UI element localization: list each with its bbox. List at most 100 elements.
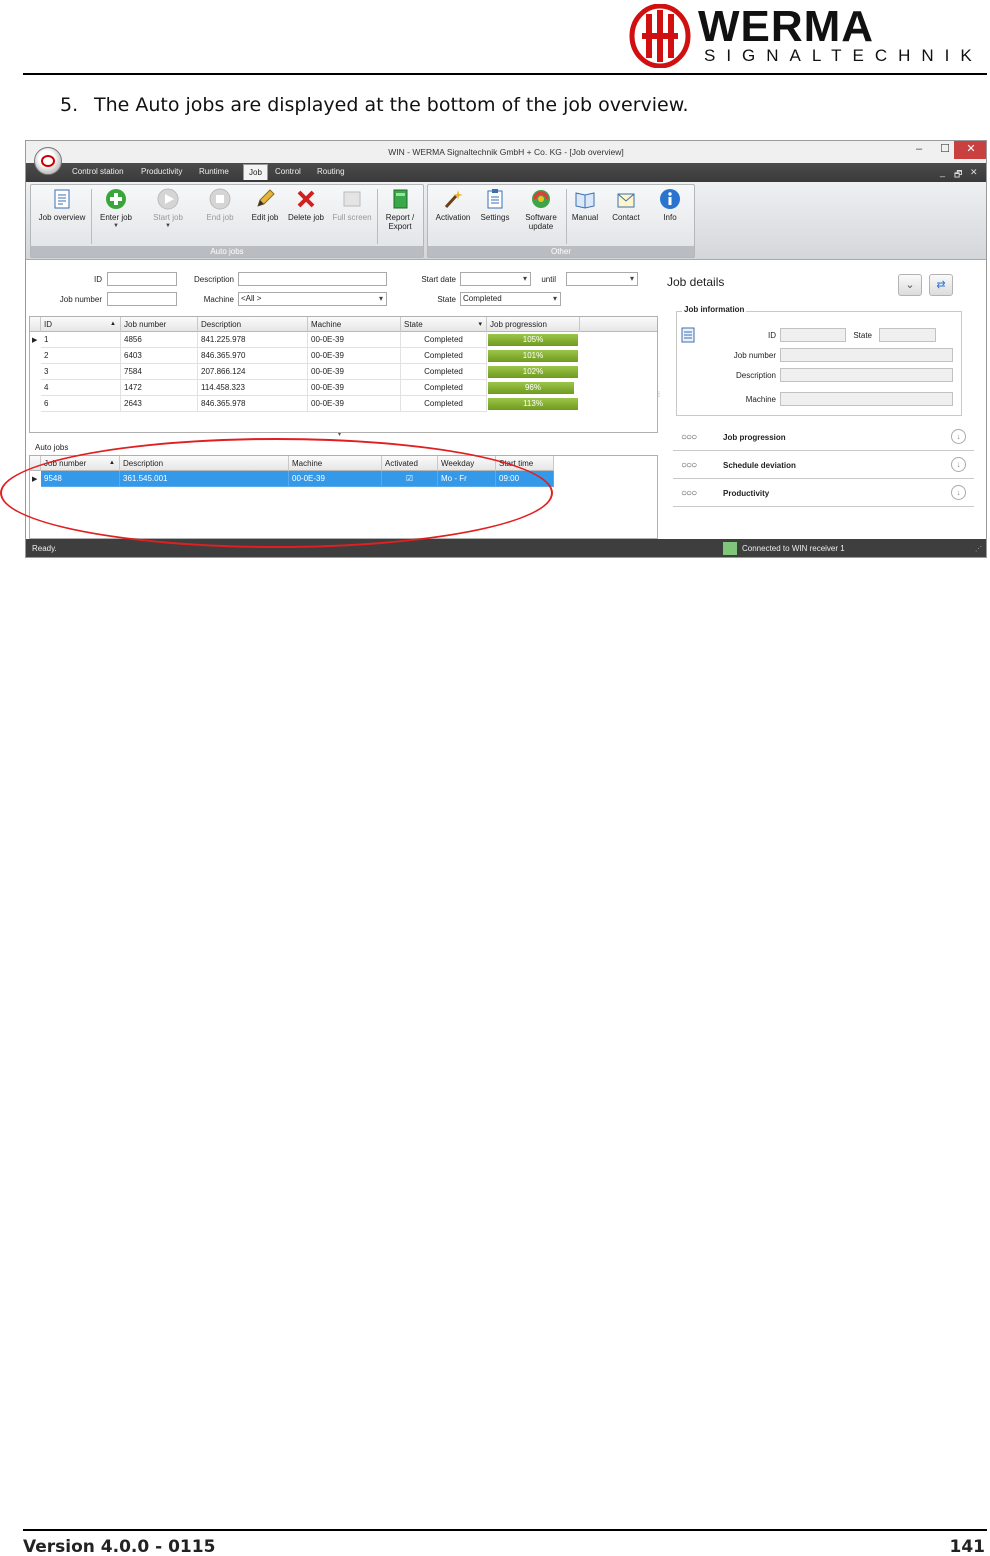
job-information-legend: Job information <box>682 305 747 314</box>
refresh-button[interactable]: ⇄ <box>929 274 953 296</box>
clipboard-settings-icon <box>487 189 503 209</box>
cell-id: 2 <box>41 348 121 364</box>
column-header-start-time[interactable]: Start time <box>496 456 554 471</box>
job-overview-button[interactable]: Job overview <box>33 188 91 222</box>
column-header-auto-machine[interactable]: Machine <box>289 456 382 471</box>
tab-control-station[interactable]: Control station <box>72 167 124 176</box>
cell-machine: 00-0E-39 <box>308 364 401 380</box>
section-schedule-deviation[interactable]: ○○○ Schedule deviation ↓ <box>673 452 974 479</box>
tab-productivity[interactable]: Productivity <box>141 167 182 176</box>
section-job-progression[interactable]: ○○○ Job progression ↓ <box>673 424 974 451</box>
software-update-label-2: update <box>528 222 554 231</box>
filter-description-input[interactable] <box>238 272 387 286</box>
column-header-id[interactable]: ID ▲ <box>41 317 121 332</box>
mdi-restore-button[interactable]: 🗗 <box>954 167 962 183</box>
column-header-description[interactable]: Description <box>198 317 308 332</box>
start-job-label: Start job <box>153 213 183 222</box>
settings-button[interactable]: Settings <box>476 188 514 222</box>
job-overview-icon <box>54 189 70 209</box>
mdi-minimize-button[interactable]: _ <box>940 167 945 177</box>
end-job-label: End job <box>206 213 234 222</box>
brand-name: WERMA <box>698 2 875 51</box>
info-button[interactable]: Info <box>652 188 688 222</box>
auto-jobs-grid-header: Job number ▲ Description Machine Activate… <box>30 456 554 471</box>
activated-checkbox[interactable]: ☑ <box>382 471 438 487</box>
cell-description: 114.458.323 <box>198 380 308 396</box>
column-header-job-progression[interactable]: Job progression <box>487 317 580 332</box>
contact-button[interactable]: Contact <box>606 188 646 222</box>
edit-job-button[interactable]: Edit job <box>247 188 283 222</box>
filter-id-input[interactable] <box>107 272 177 286</box>
job-list-icon <box>681 327 695 343</box>
splitter-handle-icon[interactable]: ▾ <box>338 431 341 438</box>
report-export-label-2: Export <box>388 222 412 231</box>
filter-state-select[interactable]: Completed <box>460 292 561 306</box>
filter-job-number-label: Job number <box>59 295 102 304</box>
expand-arrow-icon[interactable]: ↓ <box>951 457 966 472</box>
section-schedule-deviation-label: Schedule deviation <box>723 461 796 470</box>
filter-job-number-input[interactable] <box>107 292 177 306</box>
report-export-button[interactable]: Report / Export <box>379 188 421 231</box>
refresh-icon: ⇄ <box>936 279 946 291</box>
enter-job-label: Enter job <box>99 213 133 222</box>
table-row[interactable]: 6 2643 846.365.978 00-0E-39 Completed 113% <box>30 396 657 412</box>
table-row[interactable]: ▶ 9548 361.545.001 00-0E-39 ☑ Mo - Fr 09:00 <box>30 471 554 487</box>
tab-job[interactable]: Job <box>243 164 268 180</box>
tab-runtime[interactable]: Runtime <box>199 167 229 176</box>
cell-state: Completed <box>401 348 487 364</box>
filter-start-date-label: Start date <box>421 275 456 284</box>
filter-start-date-picker[interactable] <box>460 272 531 286</box>
pencil-icon <box>257 189 275 207</box>
end-job-button[interactable]: End job <box>197 188 243 222</box>
cell-weekday: Mo - Fr <box>438 471 496 487</box>
title-bar: WIN - WERMA Signaltechnik GmbH + Co. KG … <box>26 141 986 163</box>
delete-job-button[interactable]: Delete job <box>285 188 327 222</box>
table-row[interactable]: 3 7584 207.866.124 00-0E-39 Completed 102% <box>30 364 657 380</box>
report-book-icon <box>393 189 408 209</box>
section-productivity[interactable]: ○○○ Productivity ↓ <box>673 480 974 507</box>
traffic-light-icon: ○○○ <box>681 488 697 499</box>
vertical-splitter-icon[interactable]: ⁞ <box>658 392 660 399</box>
edit-job-label: Edit job <box>251 213 279 222</box>
row-selector-header <box>30 317 41 332</box>
minimize-button[interactable]: – <box>906 141 932 159</box>
cell-job-number: 7584 <box>121 364 198 380</box>
close-button[interactable]: ✕ <box>954 141 986 159</box>
settings-label: Settings <box>480 213 510 222</box>
column-header-machine[interactable]: Machine <box>308 317 401 332</box>
tab-control[interactable]: Control <box>275 167 301 176</box>
column-header-auto-description[interactable]: Description <box>120 456 289 471</box>
column-header-auto-job-number[interactable]: Job number ▲ <box>41 456 120 471</box>
table-row[interactable]: ▶ 1 4856 841.225.978 00-0E-39 Completed 105% <box>30 332 657 348</box>
enter-job-button[interactable]: Enter job ▼ <box>93 188 139 231</box>
mdi-close-button[interactable]: ✕ <box>970 167 978 178</box>
cell-description: 207.866.124 <box>198 364 308 380</box>
app-menu-orb-icon[interactable] <box>34 147 62 175</box>
detail-id-field <box>780 328 846 342</box>
filter-machine-select[interactable]: <All > <box>238 292 387 306</box>
software-update-button[interactable]: Software update <box>518 188 564 231</box>
activation-button[interactable]: Activation <box>430 188 476 222</box>
table-row[interactable]: 2 6403 846.365.970 00-0E-39 Completed 101% <box>30 348 657 364</box>
ribbon-group-other: Activation Settings Software update Manu… <box>427 184 695 258</box>
collapse-all-button[interactable]: ⌄ <box>898 274 922 296</box>
detail-job-number-field <box>780 348 953 362</box>
resize-grip-icon[interactable]: ⋰ <box>975 545 982 553</box>
expand-arrow-icon[interactable]: ↓ <box>951 485 966 500</box>
expand-arrow-icon[interactable]: ↓ <box>951 429 966 444</box>
section-productivity-label: Productivity <box>723 489 770 498</box>
tab-routing[interactable]: Routing <box>317 167 345 176</box>
detail-description-field <box>780 368 953 382</box>
cell-state: Completed <box>401 396 487 412</box>
table-row[interactable]: 4 1472 114.458.323 00-0E-39 Completed 96% <box>30 380 657 396</box>
manual-button[interactable]: Manual <box>568 188 602 222</box>
status-text: Ready. <box>32 544 57 553</box>
column-header-activated[interactable]: Activated <box>382 456 438 471</box>
column-header-job-number[interactable]: Job number <box>121 317 198 332</box>
full-screen-button[interactable]: Full screen <box>329 188 375 222</box>
filter-until-date-picker[interactable] <box>566 272 638 286</box>
start-job-button[interactable]: Start job ▼ <box>145 188 191 231</box>
column-header-state[interactable]: State ▾ <box>401 317 487 332</box>
column-header-weekday[interactable]: Weekday <box>438 456 496 471</box>
cell-id: 4 <box>41 380 121 396</box>
